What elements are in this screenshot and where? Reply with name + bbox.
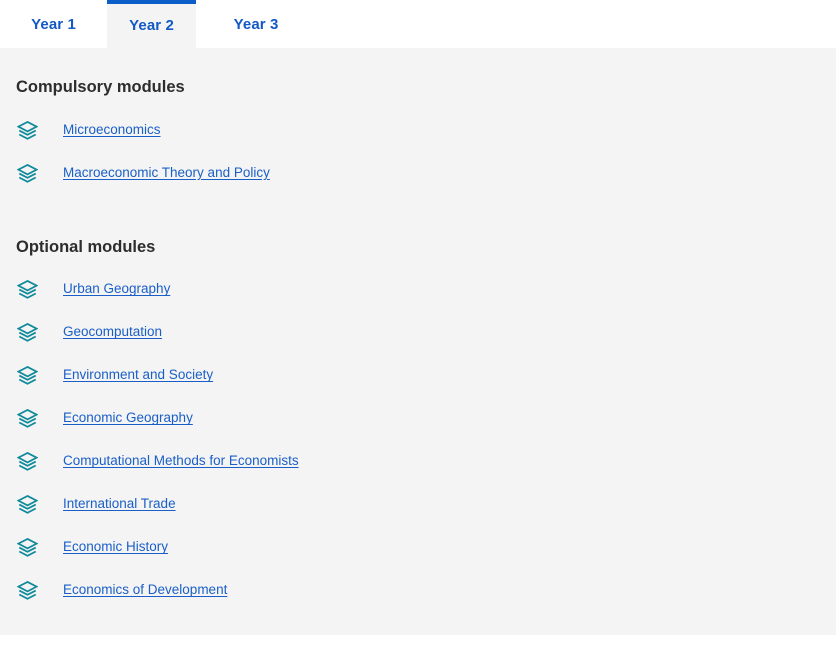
layers-icon <box>17 494 38 514</box>
list-item[interactable]: Environment and Society <box>0 354 836 397</box>
compulsory-modules-list: Microeconomics Macroeconomic Theory and … <box>0 109 836 195</box>
tab-year-2[interactable]: Year 2 <box>107 0 196 48</box>
optional-modules-list: Urban Geography Geocomputation Environme… <box>0 268 836 612</box>
layers-icon <box>17 322 38 342</box>
layers-icon <box>17 537 38 557</box>
list-item[interactable]: Economics of Development <box>0 569 836 612</box>
list-item[interactable]: Economic History <box>0 526 836 569</box>
layers-icon <box>17 279 38 299</box>
page-bottom-spacer <box>0 635 836 648</box>
module-link[interactable]: Economic History <box>63 539 168 555</box>
list-item[interactable]: Economic Geography <box>0 397 836 440</box>
tab-year-1[interactable]: Year 1 <box>0 0 107 48</box>
year-tabs: Year 1 Year 2 Year 3 <box>0 0 836 48</box>
optional-modules-heading: Optional modules <box>16 237 156 256</box>
layers-icon <box>17 365 38 385</box>
tab-year-2-label: Year 2 <box>129 16 174 34</box>
list-item[interactable]: International Trade <box>0 483 836 526</box>
list-item[interactable]: Urban Geography <box>0 268 836 311</box>
compulsory-modules-heading: Compulsory modules <box>16 78 185 96</box>
module-link[interactable]: Microeconomics <box>63 122 161 138</box>
list-item[interactable]: Geocomputation <box>0 311 836 354</box>
list-item[interactable]: Computational Methods for Economists <box>0 440 836 483</box>
tab-year-1-label: Year 1 <box>31 15 76 33</box>
tab-year-3-label: Year 3 <box>233 15 279 33</box>
layers-icon <box>17 451 38 471</box>
module-link[interactable]: Computational Methods for Economists <box>63 453 299 469</box>
layers-icon <box>17 408 38 428</box>
module-link[interactable]: International Trade <box>63 496 176 512</box>
module-link[interactable]: Environment and Society <box>63 367 213 383</box>
module-link[interactable]: Macroeconomic Theory and Policy <box>63 165 270 181</box>
module-link[interactable]: Urban Geography <box>63 281 170 297</box>
list-item[interactable]: Macroeconomic Theory and Policy <box>0 152 836 195</box>
module-link[interactable]: Economics of Development <box>63 582 227 598</box>
list-item[interactable]: Microeconomics <box>0 109 836 152</box>
layers-icon <box>17 163 38 183</box>
tab-year-3[interactable]: Year 3 <box>196 0 316 48</box>
layers-icon <box>17 580 38 600</box>
module-listing-page: Year 1 Year 2 Year 3 Compulsory modules … <box>0 0 836 648</box>
layers-icon <box>17 120 38 140</box>
tab-panel-year-2: Compulsory modules Microeconomics Macroe… <box>0 48 836 635</box>
module-link[interactable]: Geocomputation <box>63 324 162 340</box>
module-link[interactable]: Economic Geography <box>63 410 193 426</box>
